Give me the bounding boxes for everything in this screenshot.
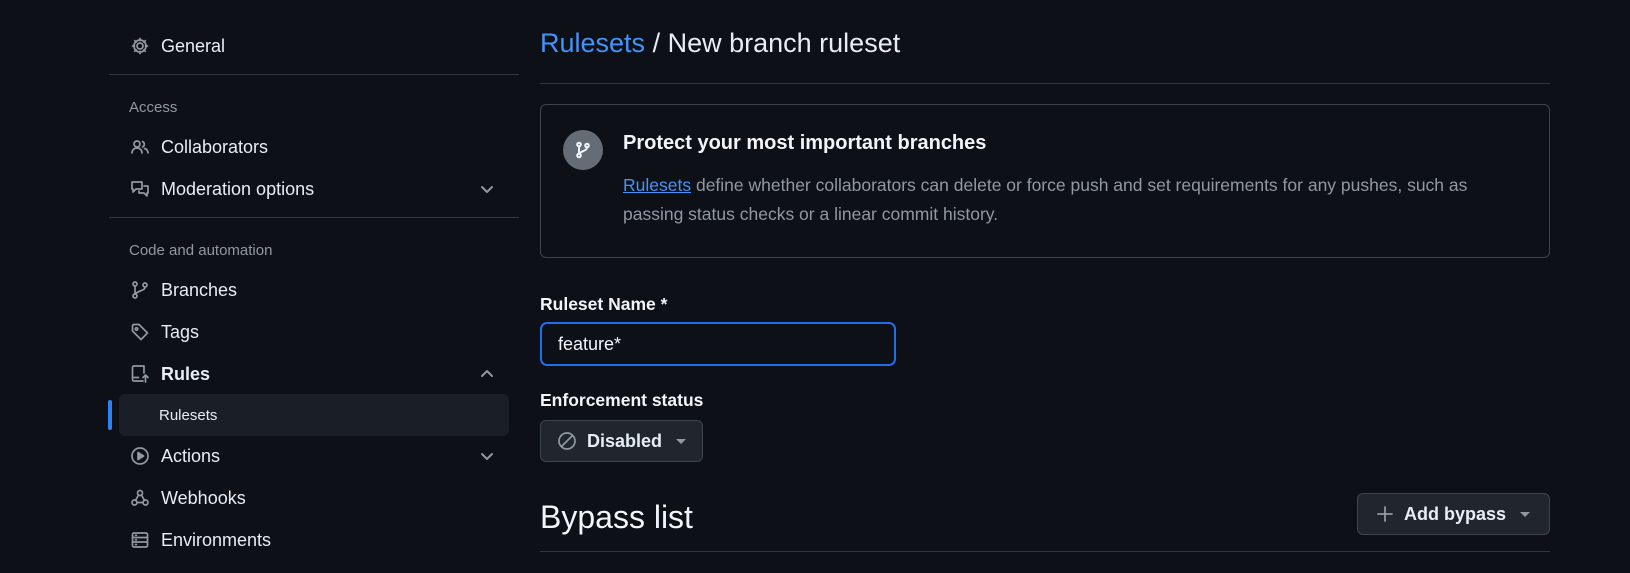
sidebar-divider [109,217,519,218]
repo-push-icon [129,363,151,385]
ruleset-name-input[interactable] [540,322,896,366]
add-bypass-button[interactable]: Add bypass [1357,493,1550,535]
sidebar-item-label: General [161,35,226,56]
add-bypass-label: Add bypass [1404,503,1507,524]
sidebar-item-branches[interactable]: Branches [109,270,519,310]
sidebar-item-label: Rulesets [159,406,218,424]
sidebar-item-general[interactable]: General [109,26,519,66]
sidebar-item-label: Actions [161,445,221,466]
git-branch-icon [129,279,151,301]
sidebar-section-code-automation: Code and automation [129,241,273,259]
sidebar-section-access: Access [129,98,178,116]
tag-icon [129,321,151,343]
sidebar-item-label: Tags [161,321,200,342]
sidebar-item-label: Rules [161,363,211,384]
people-icon [129,136,151,158]
server-icon [129,529,151,551]
sidebar-item-rulesets[interactable]: Rulesets [108,394,509,436]
sidebar-item-label: Webhooks [161,487,246,508]
breadcrumb-rulesets-link[interactable]: Rulesets [540,28,645,58]
settings-page: General Access Collaborators Moderation … [0,0,1630,573]
chevron-down-icon[interactable] [479,448,495,464]
bypass-list-heading: Bypass list [540,499,693,535]
page-title: New branch ruleset [667,28,901,58]
enforcement-status-select[interactable]: Disabled [540,420,703,462]
enforcement-status-value: Disabled [587,430,663,451]
sidebar-item-label: Environments [161,529,272,550]
title-divider [540,83,1550,84]
sidebar-item-environments[interactable]: Environments [109,520,519,560]
settings-sidebar: General Access Collaborators Moderation … [108,0,519,560]
breadcrumb-separator: / [652,28,661,58]
sidebar-item-tags[interactable]: Tags [109,312,519,352]
info-callout: Protect your most important branches Rul… [540,104,1550,258]
chevron-down-icon[interactable] [479,181,495,197]
plus-icon [1376,505,1394,523]
active-indicator [108,400,112,430]
enforcement-status-label: Enforcement status [540,390,704,410]
rulesets-docs-link[interactable]: Rulesets [623,175,691,195]
callout-title: Protect your most important branches [623,132,987,154]
gear-icon [129,35,151,57]
webhook-icon [129,487,151,509]
triangle-down-icon [1520,511,1531,517]
triangle-down-icon [676,438,687,444]
callout-text: define whether collaborators can delete … [623,175,1468,224]
sidebar-item-actions[interactable]: Actions [109,436,519,476]
bypass-divider [540,551,1550,552]
git-branch-icon [563,130,603,170]
breadcrumb: Rulesets / New branch ruleset [540,28,900,59]
circle-slash-icon [557,431,577,451]
chevron-up-icon[interactable] [479,366,495,382]
sidebar-item-moderation[interactable]: Moderation options [109,169,519,209]
sidebar-item-label: Collaborators [161,136,269,157]
play-icon [129,445,151,467]
callout-description: Rulesets define whether collaborators ca… [623,171,1523,229]
ruleset-name-label: Ruleset Name * [540,294,668,314]
sidebar-item-rules[interactable]: Rules [109,354,519,394]
comment-discussion-icon [129,178,151,200]
sidebar-item-webhooks[interactable]: Webhooks [109,478,519,518]
sidebar-divider [109,74,519,75]
sidebar-item-label: Branches [161,279,238,300]
sidebar-item-label: Moderation options [161,178,315,199]
sidebar-item-collaborators[interactable]: Collaborators [109,127,519,167]
